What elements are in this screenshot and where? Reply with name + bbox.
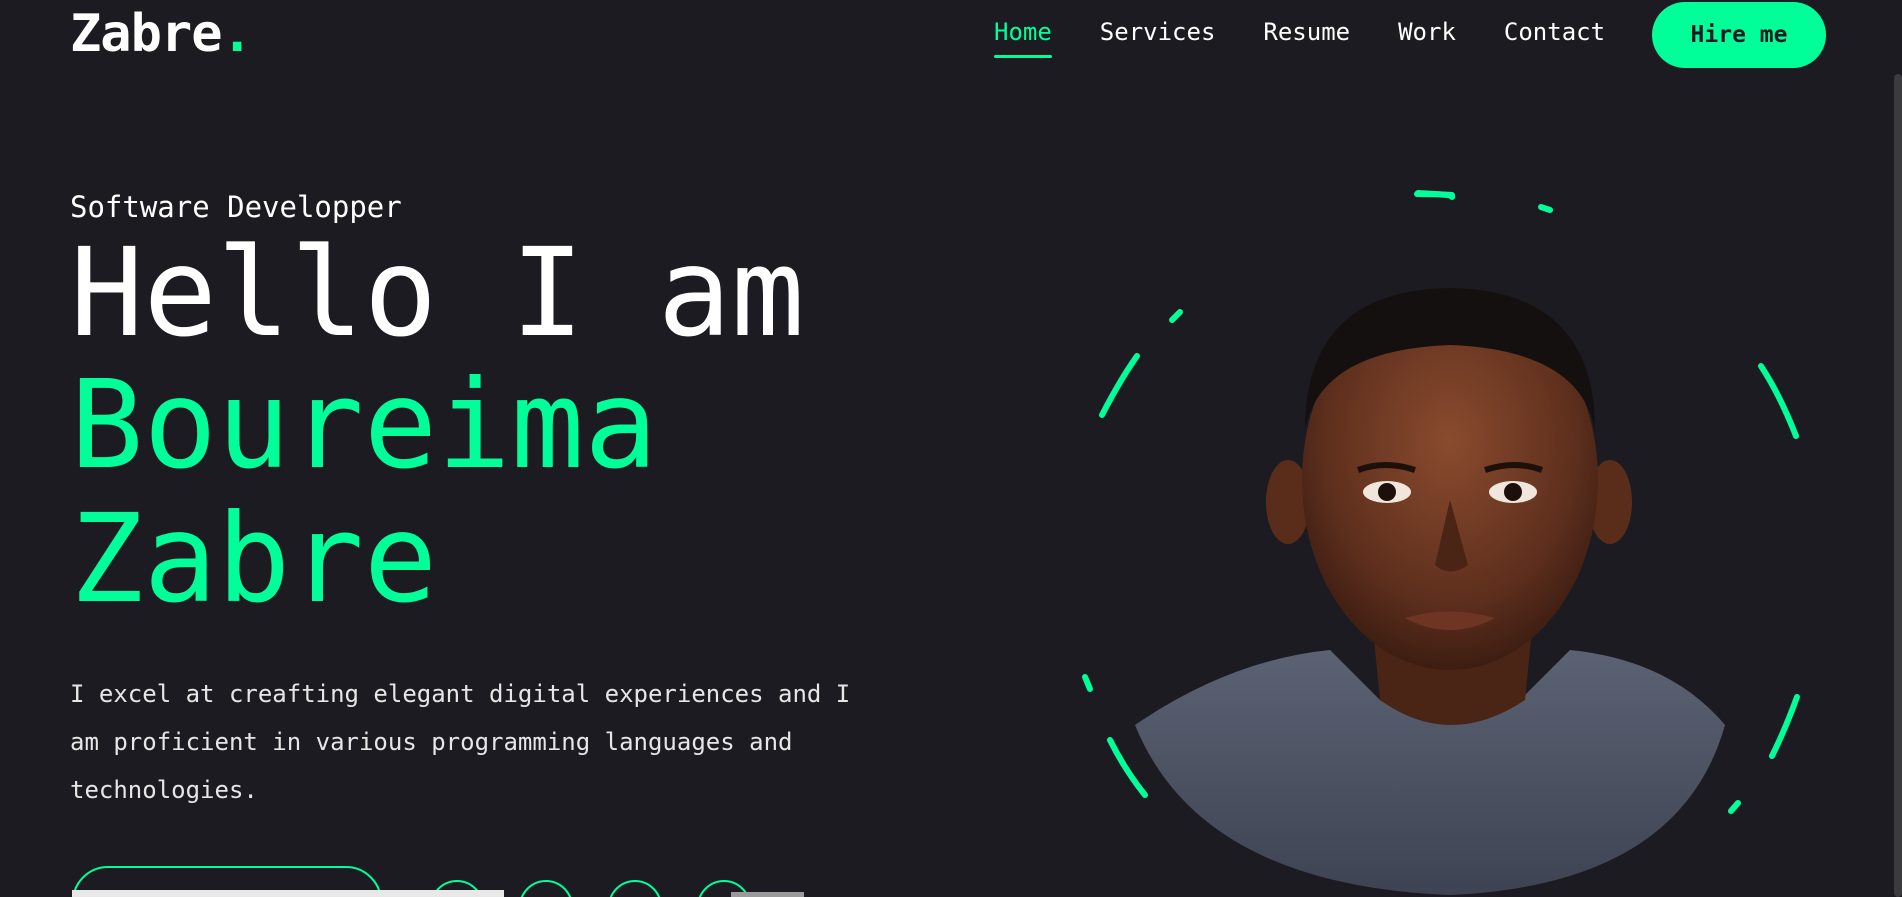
logo-text: Zabre bbox=[70, 4, 223, 64]
nav-contact[interactable]: Contact bbox=[1504, 18, 1605, 58]
main-nav: Home Services Resume Work Contact bbox=[994, 18, 1605, 58]
nav-home[interactable]: Home bbox=[994, 18, 1052, 58]
profile-photo-area bbox=[1080, 180, 1820, 897]
nav-resume[interactable]: Resume bbox=[1263, 18, 1350, 58]
ring-seg-5 bbox=[1099, 353, 1140, 418]
logo-dot: . bbox=[221, 4, 253, 64]
dashed-ring-icon bbox=[1082, 190, 1800, 895]
logo[interactable]: Zabre. bbox=[70, 4, 253, 64]
page: Zabre. Home Services Resume Work Contact… bbox=[0, 0, 1902, 897]
horizontal-scrollbar-right bbox=[731, 892, 804, 897]
social-link-3-icon[interactable] bbox=[608, 880, 662, 897]
social-link-2-icon[interactable] bbox=[519, 880, 573, 897]
first-name-heading: Boureima bbox=[70, 354, 658, 496]
ring-seg-2 bbox=[1415, 190, 1455, 198]
hire-me-button[interactable]: Hire me bbox=[1652, 2, 1826, 68]
greeting-heading: Hello I am bbox=[70, 222, 805, 364]
nav-work[interactable]: Work bbox=[1398, 18, 1456, 58]
vertical-scrollbar-thumb[interactable] bbox=[1894, 74, 1902, 897]
ring-seg-10 bbox=[1728, 800, 1741, 814]
last-name-heading: Zabre bbox=[70, 488, 438, 630]
ring-seg-3 bbox=[1538, 204, 1553, 213]
ring-seg-8 bbox=[1107, 737, 1148, 798]
portrait-figure bbox=[1135, 288, 1725, 895]
ring-seg-4 bbox=[1169, 309, 1183, 323]
nav-services[interactable]: Services bbox=[1100, 18, 1216, 58]
ring-seg-7 bbox=[1082, 674, 1093, 692]
role-title: Software Developper bbox=[70, 190, 402, 224]
ring-seg-9 bbox=[1769, 694, 1800, 759]
horizontal-scrollbar-left bbox=[72, 890, 504, 897]
ring-seg-6 bbox=[1758, 363, 1799, 439]
hero-description: I excel at creafting elegant digital exp… bbox=[70, 680, 851, 804]
